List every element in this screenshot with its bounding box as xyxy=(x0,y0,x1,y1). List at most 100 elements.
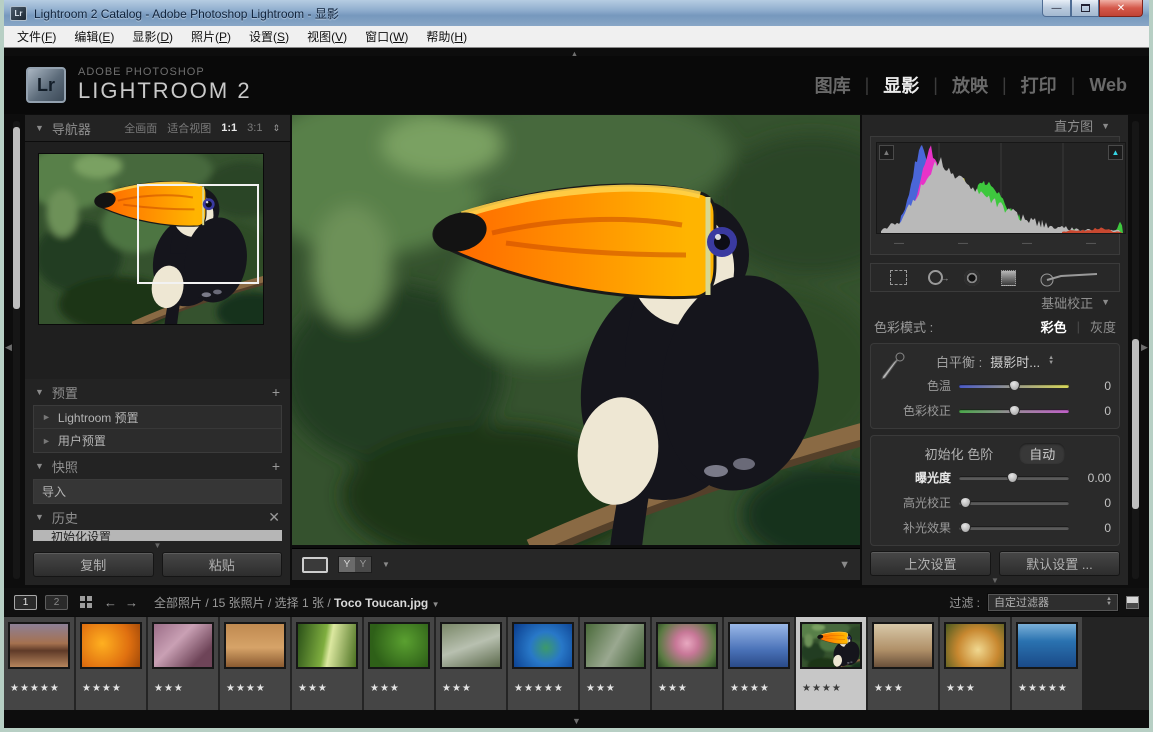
filter-toggle[interactable] xyxy=(1126,596,1139,609)
module-Web[interactable]: Web xyxy=(1089,75,1127,96)
left-panel-scrollbar[interactable] xyxy=(13,121,20,579)
right-panel-scrollbar[interactable] xyxy=(1132,121,1139,579)
menu-item-7[interactable]: 帮助(H) xyxy=(417,26,476,47)
histogram-chart[interactable]: ▲ ▲ xyxy=(876,142,1126,234)
fill-light-slider[interactable] xyxy=(959,526,1069,530)
thumbnail-image[interactable] xyxy=(584,622,646,669)
thumbnail-cell-glacier-bay[interactable]: ★★★★ xyxy=(724,617,796,710)
module-打印[interactable]: 打印 xyxy=(1021,72,1057,98)
wb-row[interactable]: 白平衡 : 摄影时... ▲▼ xyxy=(879,349,1111,373)
prev-photo-button[interactable]: ← xyxy=(104,595,117,610)
wb-updown-icon[interactable]: ▲▼ xyxy=(1048,356,1054,366)
menu-item-4[interactable]: 设置(S) xyxy=(240,26,298,47)
paste-button[interactable]: 粘贴 xyxy=(162,552,283,577)
mode-color[interactable]: 彩色 xyxy=(1041,317,1067,336)
second-monitor-button[interactable]: 2 xyxy=(45,595,68,610)
thumbnail-image[interactable] xyxy=(224,622,286,669)
thumbnail-cell-forest-stream[interactable]: ★★★ xyxy=(580,617,652,710)
tint-slider-thumb[interactable] xyxy=(1009,405,1020,416)
previous-button[interactable]: 上次设置 xyxy=(870,551,991,576)
thumbnail-image[interactable] xyxy=(656,622,718,669)
main-monitor-button[interactable]: 1 xyxy=(14,595,37,610)
list-item[interactable]: 导入 xyxy=(34,480,281,503)
presets-header[interactable]: ▼ 预置 + xyxy=(25,379,290,405)
star-rating[interactable]: ★★★ xyxy=(154,683,184,694)
thumbnail-cell-misty-trees[interactable]: ★★★ xyxy=(868,617,940,710)
copy-button[interactable]: 复制 xyxy=(33,552,154,577)
next-photo-button[interactable]: → xyxy=(125,595,138,610)
histogram-collapse-icon[interactable]: ▼ xyxy=(1101,121,1110,131)
collapse-left-panel-arrow[interactable]: ◀ xyxy=(5,343,12,352)
thumbnail-image[interactable] xyxy=(872,622,934,669)
recovery-slider[interactable] xyxy=(959,501,1069,505)
history-header[interactable]: ▼ 历史 ✕ xyxy=(25,504,290,530)
histogram-header[interactable]: 直方图 ▼ xyxy=(862,115,1128,136)
module-放映[interactable]: 放映 xyxy=(952,72,988,98)
titlebar[interactable]: Lr Lightroom 2 Catalog - Adobe Photoshop… xyxy=(4,0,1149,26)
star-rating[interactable]: ★★★★ xyxy=(802,683,842,694)
thumbnail-image[interactable] xyxy=(800,622,862,669)
compare-dropdown-icon[interactable]: ▼ xyxy=(382,560,390,569)
collapse-filmstrip-arrow[interactable]: ▼ xyxy=(572,716,581,726)
star-rating[interactable]: ★★★★★ xyxy=(1018,683,1068,694)
thumbnail-cell-sea-turtle[interactable]: ★★★★★ xyxy=(508,617,580,710)
snapshots-add-icon[interactable]: + xyxy=(272,458,280,474)
thumbnail-image[interactable] xyxy=(152,622,214,669)
thumbnail-cell-green-plants[interactable]: ★★★ xyxy=(364,617,436,710)
thumbnail-cell-toco-toucan[interactable]: ★★★★ xyxy=(796,617,868,710)
star-rating[interactable]: ★★★ xyxy=(658,683,688,694)
star-rating[interactable]: ★★★ xyxy=(442,683,472,694)
list-item[interactable]: ►Lightroom 预置 xyxy=(34,406,281,429)
left-panel-resize-handle[interactable]: ▼ xyxy=(25,541,290,550)
thumbnail-image[interactable] xyxy=(440,622,502,669)
breadcrumb-dropdown-icon[interactable]: ▼ xyxy=(432,600,440,609)
adjustment-brush-icon[interactable] xyxy=(1037,269,1101,287)
breadcrumb[interactable]: 全部照片 / 15 张照片 / 选择 1 张 / Toco Toucan.jpg… xyxy=(154,594,440,611)
temp-slider-thumb[interactable] xyxy=(1009,380,1020,391)
thumbnail-cell-monument-valley[interactable]: ★★★★★ xyxy=(4,617,76,710)
filter-updown-icon[interactable]: ▲▼ xyxy=(1106,597,1112,607)
expander-icon[interactable]: ► xyxy=(42,412,51,422)
thumbnail-cell-desert-antelope[interactable]: ★★★★ xyxy=(220,617,292,710)
thumbnail-image[interactable] xyxy=(1016,622,1078,669)
graduated-filter-icon[interactable] xyxy=(1001,270,1016,286)
nav-zoom-3:1[interactable]: 3:1 xyxy=(247,122,262,134)
list-item[interactable]: ►用户预置 xyxy=(34,429,281,452)
thumbnail-image[interactable] xyxy=(8,622,70,669)
nav-zoom-全画面[interactable]: 全画面 xyxy=(124,120,157,136)
star-rating[interactable]: ★★★★ xyxy=(226,683,266,694)
thumbnail-image[interactable] xyxy=(728,622,790,669)
presets-collapse-icon[interactable]: ▼ xyxy=(35,387,44,397)
thumbnail-cell-whale-tail[interactable]: ★★★★★ xyxy=(1012,617,1084,710)
exposure-slider[interactable] xyxy=(959,476,1069,480)
star-rating[interactable]: ★★★★★ xyxy=(514,683,564,694)
navigator-collapse-icon[interactable]: ▼ xyxy=(35,123,44,133)
thumbnail-image[interactable] xyxy=(80,622,142,669)
collapse-right-panel-arrow[interactable]: ▶ xyxy=(1141,343,1148,352)
minimize-button[interactable]: — xyxy=(1042,0,1071,17)
right-panel-resize-handle[interactable]: ▼ xyxy=(862,576,1128,585)
star-rating[interactable]: ★★★★ xyxy=(82,683,122,694)
menu-item-3[interactable]: 照片(P) xyxy=(182,26,240,47)
basic-panel-header[interactable]: 基础校正 ▼ xyxy=(862,292,1128,313)
crop-tool-icon[interactable] xyxy=(890,270,907,285)
maximize-button[interactable] xyxy=(1071,0,1099,17)
thumbnail-cell-river-valley[interactable]: ★★★ xyxy=(436,617,508,710)
recovery-slider-thumb[interactable] xyxy=(960,497,971,508)
star-rating[interactable]: ★★★ xyxy=(586,683,616,694)
grid-view-icon[interactable] xyxy=(80,596,92,608)
main-image[interactable] xyxy=(292,115,860,545)
spot-removal-icon[interactable] xyxy=(928,270,943,285)
thumbnail-cell-forest-path[interactable]: ★★★ xyxy=(292,617,364,710)
thumbnail-cell-orange-flowers[interactable]: ★★★★ xyxy=(76,617,148,710)
star-rating[interactable]: ★★★★★ xyxy=(10,683,60,694)
left-scroll-thumb[interactable] xyxy=(13,127,20,309)
presets-add-icon[interactable]: + xyxy=(272,384,280,400)
highlight-clipping-indicator[interactable]: ▲ xyxy=(1108,145,1123,160)
nav-zoom-updown-icon[interactable]: ⇕ xyxy=(272,123,280,134)
navigator-zoom-rect[interactable] xyxy=(137,184,259,284)
mode-grayscale[interactable]: 灰度 xyxy=(1090,317,1116,336)
right-scroll-thumb[interactable] xyxy=(1132,339,1139,509)
loupe-view-button[interactable] xyxy=(302,557,328,573)
menu-item-5[interactable]: 视图(V) xyxy=(298,26,356,47)
